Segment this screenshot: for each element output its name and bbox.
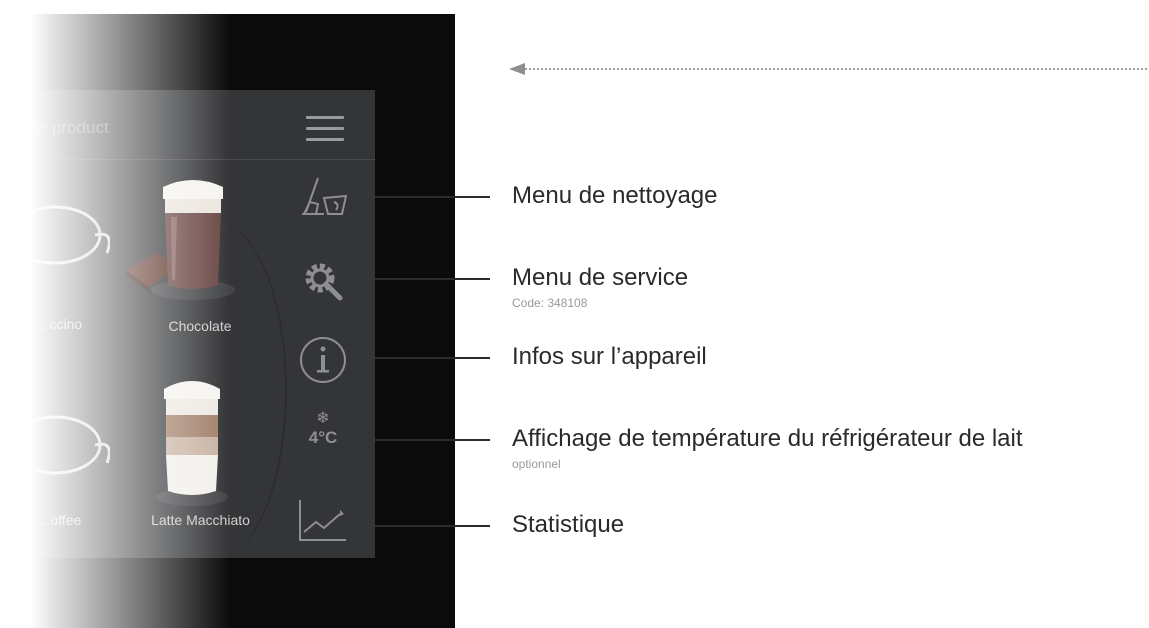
leader-line: [375, 525, 490, 527]
gear-wrench-icon[interactable]: [296, 256, 350, 306]
screen-header-title: ...ur product: [18, 118, 109, 137]
temperature-value: 4°C: [308, 428, 338, 447]
hamburger-menu-icon[interactable]: [304, 114, 346, 144]
selection-arc: [165, 220, 287, 560]
snowflake-icon: ❄: [316, 410, 330, 427]
callout-device-info: Infos sur l’appareil: [512, 343, 707, 370]
leader-line: [375, 278, 490, 280]
dotted-arrow-line: [525, 68, 1147, 70]
leader-line: [375, 196, 490, 198]
info-icon[interactable]: [296, 335, 350, 385]
machine-display: ...ur product ...ccino Chocolate ...offe…: [0, 90, 375, 560]
callout-statistics: Statistique: [512, 511, 625, 538]
product-label: ...offee: [38, 512, 82, 528]
callout-cleaning-menu: Menu de nettoyage: [512, 182, 718, 209]
callout-milk-fridge-temperature: Affichage de température du réfrigérateu…: [512, 425, 1023, 452]
line-chart-icon[interactable]: [296, 496, 350, 546]
callout-service-menu: Menu de service: [512, 264, 689, 291]
cup-icon[interactable]: [0, 195, 110, 285]
left-arrow-icon: [509, 63, 525, 75]
product-label: ...ccino: [37, 316, 83, 332]
cup-icon[interactable]: [0, 405, 110, 495]
leader-line: [375, 357, 490, 359]
broom-bucket-icon[interactable]: [296, 172, 350, 222]
callout-optional-note: optionnel: [512, 457, 561, 471]
milk-fridge-temperature[interactable]: ❄ 4°C: [296, 410, 350, 460]
header-divider: [0, 159, 375, 160]
callout-service-code: Code: 348108: [512, 296, 588, 310]
leader-line: [375, 439, 490, 441]
